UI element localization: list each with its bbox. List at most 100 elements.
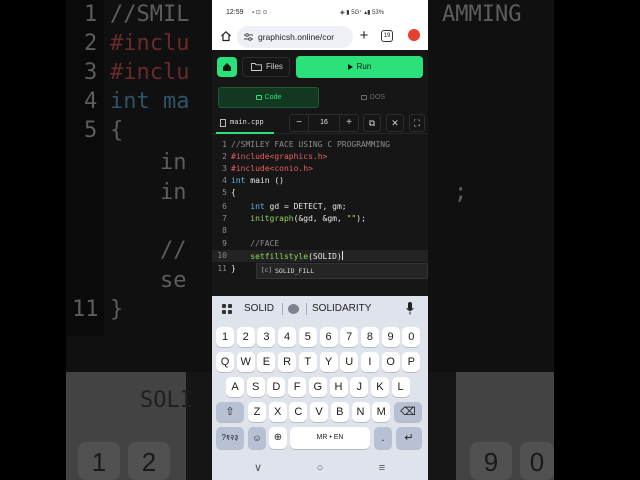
key-a[interactable]: A	[226, 377, 244, 397]
emoji-key[interactable]: ☺	[248, 427, 266, 449]
close-button[interactable]: ✕	[386, 114, 404, 132]
play-icon	[347, 63, 353, 70]
tab-switcher-button[interactable]: 19	[381, 30, 393, 42]
key-m[interactable]: M	[372, 402, 391, 422]
key-6[interactable]: 6	[319, 327, 338, 347]
period-key[interactable]: .	[374, 427, 392, 449]
code-token: <graphics.h>	[269, 152, 328, 161]
code-editor[interactable]: 1 2 3 4 5 6 7 8 9 10 11 //SMILEY FACE US…	[212, 136, 428, 296]
recents-button[interactable]: ≡	[374, 460, 390, 476]
copy-button[interactable]: ⧉	[363, 114, 381, 132]
home-icon[interactable]	[220, 30, 232, 42]
key-j[interactable]: J	[350, 377, 369, 397]
new-tab-button[interactable]: +	[354, 26, 374, 46]
key-w[interactable]: W	[236, 352, 255, 372]
key-n[interactable]: N	[351, 402, 370, 422]
autocomplete-label: SOLID_FILL	[275, 267, 315, 275]
code-token: initgraph	[231, 214, 294, 223]
suggestion-solidarity[interactable]: SOLIDARITY	[312, 302, 371, 316]
key-e[interactable]: E	[257, 352, 276, 372]
code-icon	[255, 94, 262, 100]
file-tab-main[interactable]: main.cpp	[216, 112, 274, 134]
line-number: 3	[222, 164, 227, 173]
key-x[interactable]: X	[268, 402, 287, 422]
key-9[interactable]: 9	[381, 327, 400, 347]
suggestion-solid[interactable]: SOLID	[244, 302, 274, 316]
key-l[interactable]: L	[391, 377, 410, 397]
key-0[interactable]: 0	[402, 327, 421, 347]
key-1[interactable]: 1	[216, 327, 234, 347]
key-u[interactable]: U	[340, 352, 359, 372]
code-token: #include	[231, 152, 270, 161]
key-g[interactable]: G	[308, 377, 327, 397]
shift-key[interactable]: ⇧	[216, 402, 244, 422]
line-number: 6	[222, 202, 227, 211]
suggestion-bar: SOLID SOLIDARITY	[212, 296, 428, 322]
back-button[interactable]: ∨	[250, 460, 266, 476]
navigation-bar: ∨ ○ ≡	[212, 456, 428, 480]
code-token: int	[231, 176, 246, 185]
address-bar[interactable]: graphicsh.online/cor	[237, 26, 353, 48]
language-key[interactable]: ⊕	[269, 427, 287, 449]
key-p[interactable]: P	[402, 352, 421, 372]
key-4[interactable]: 4	[278, 327, 297, 347]
font-size-increase-button[interactable]: +	[340, 115, 358, 131]
run-label: Run	[356, 62, 372, 71]
key-f[interactable]: F	[288, 377, 307, 397]
key-3[interactable]: 3	[257, 327, 276, 347]
key-z[interactable]: Z	[248, 402, 266, 422]
microphone-icon[interactable]	[406, 302, 414, 315]
key-o[interactable]: O	[381, 352, 400, 372]
key-2[interactable]: 2	[236, 327, 255, 347]
run-button[interactable]: Run	[296, 56, 423, 78]
mode-tabs: Code DOS	[212, 85, 428, 110]
backspace-key[interactable]: ⌫	[394, 402, 422, 422]
code-token: main	[245, 176, 270, 185]
tab-code[interactable]: Code	[218, 87, 319, 108]
code-token: (SOLID)	[308, 252, 342, 261]
key-7[interactable]: 7	[340, 327, 359, 347]
line-number: 5	[222, 188, 227, 197]
key-5[interactable]: 5	[298, 327, 317, 347]
key-y[interactable]: Y	[319, 352, 338, 372]
key-r[interactable]: R	[278, 352, 297, 372]
key-h[interactable]: H	[329, 377, 348, 397]
key-b[interactable]: B	[330, 402, 349, 422]
key-k[interactable]: K	[370, 377, 389, 397]
apps-grid-icon[interactable]	[222, 304, 232, 314]
constant-icon: [c]	[261, 267, 272, 274]
app-home-button[interactable]	[217, 57, 237, 77]
key-s[interactable]: S	[246, 377, 265, 397]
line-number: 9	[222, 239, 227, 248]
line-number: 8	[222, 226, 227, 235]
fullscreen-button[interactable]: ⛶	[409, 114, 425, 132]
editor-app: Files Run Code DOS main.cpp − 16 + ⧉ ✕ ⛶…	[212, 50, 428, 296]
code-line: //FACE	[231, 239, 280, 248]
symbols-key[interactable]: ?१२३	[216, 427, 244, 449]
code-line: int main ()	[231, 176, 284, 185]
extension-icon[interactable]	[408, 29, 420, 41]
font-size-decrease-button[interactable]: −	[290, 115, 308, 131]
space-key[interactable]: MR • EN	[290, 427, 370, 449]
sticker-icon[interactable]	[288, 304, 299, 314]
key-t[interactable]: T	[298, 352, 317, 372]
key-v[interactable]: V	[310, 402, 329, 422]
browser-toolbar: graphicsh.online/cor + 19	[212, 24, 428, 50]
key-i[interactable]: I	[360, 352, 379, 372]
tab-dos[interactable]: DOS	[325, 87, 421, 108]
key-d[interactable]: D	[267, 377, 286, 397]
files-button[interactable]: Files	[242, 57, 290, 77]
autocomplete-item[interactable]: [c] SOLID_FILL	[256, 263, 428, 279]
home-button[interactable]: ○	[312, 460, 328, 476]
font-size-value: 16	[308, 115, 340, 131]
code-token: #include	[231, 164, 270, 173]
code-token: ()	[269, 176, 284, 185]
key-8[interactable]: 8	[360, 327, 379, 347]
site-settings-icon[interactable]	[244, 33, 253, 41]
key-q[interactable]: Q	[216, 352, 234, 372]
enter-key[interactable]: ↵	[396, 427, 422, 449]
tab-code-label: Code	[264, 94, 282, 101]
status-time: 12:59	[226, 9, 244, 16]
key-c[interactable]: C	[289, 402, 308, 422]
app-toolbar: Files Run	[212, 50, 428, 85]
